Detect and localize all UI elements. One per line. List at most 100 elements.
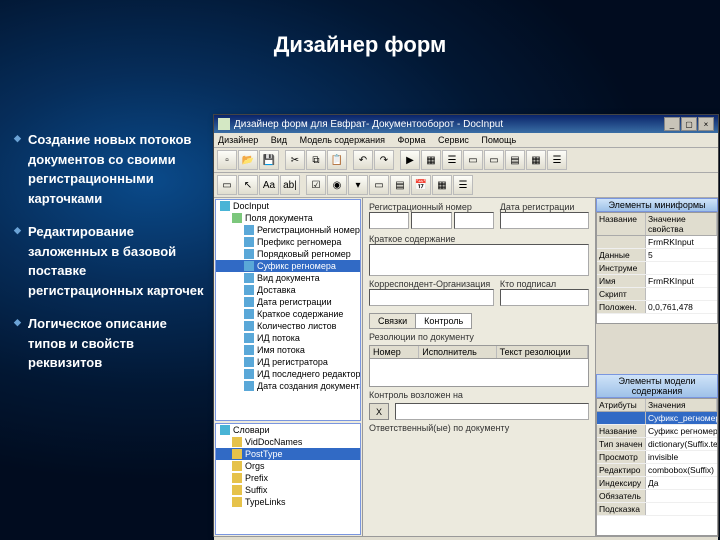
menu-item[interactable]: Помощь: [481, 135, 516, 145]
props-icon[interactable]: ☰: [442, 150, 462, 170]
tree-item[interactable]: ИД последнего редактора: [216, 368, 360, 380]
radio-icon[interactable]: ◉: [327, 175, 347, 195]
dict-tree[interactable]: СловариVidDocNamesPostTypeOrgsPrefixSuff…: [215, 423, 361, 535]
grid-col[interactable]: Исполнитель: [419, 346, 496, 358]
tree-item[interactable]: ИД регистратора: [216, 356, 360, 368]
tree-item[interactable]: Orgs: [216, 460, 360, 472]
regnum-suffix-input[interactable]: [454, 212, 494, 229]
corr-input[interactable]: [369, 289, 494, 306]
menu-item[interactable]: Модель содержания: [300, 135, 385, 145]
property-row[interactable]: Суфикс_регномера: [597, 412, 717, 425]
regnum-seq-input[interactable]: [411, 212, 451, 229]
tabs: Связки Контроль: [369, 313, 589, 329]
property-row[interactable]: Подсказка: [597, 503, 717, 516]
combo-icon[interactable]: ▾: [348, 175, 368, 195]
tree-item[interactable]: Suffix: [216, 484, 360, 496]
property-row[interactable]: НазваниеСуфикс регномера: [597, 425, 717, 438]
miniform-props[interactable]: НазваниеЗначение свойстваFrmRKInputДанны…: [596, 212, 718, 324]
form-icon[interactable]: ▦: [526, 150, 546, 170]
menu-item[interactable]: Форма: [397, 135, 425, 145]
calendar-icon[interactable]: 📅: [411, 175, 431, 195]
maximize-button[interactable]: ▢: [681, 117, 697, 131]
titlebar[interactable]: Дизайнер форм для Евфрат- Документооборо…: [214, 115, 718, 133]
tree-item[interactable]: Префикс регномера: [216, 236, 360, 248]
menu-item[interactable]: Дизайнер: [218, 135, 258, 145]
redo-icon[interactable]: ↷: [374, 150, 394, 170]
tree-item[interactable]: Количество листов: [216, 320, 360, 332]
cursor-icon[interactable]: ↖: [238, 175, 258, 195]
form-canvas[interactable]: Регистрационный номер Дата регистрации К…: [363, 198, 596, 536]
menu-bar[interactable]: Дизайнер Вид Модель содержания Форма Сер…: [214, 133, 718, 148]
paste-icon[interactable]: 📋: [327, 150, 347, 170]
tree-item[interactable]: Суфикс регномера: [216, 260, 360, 272]
copy-icon[interactable]: ⧉: [306, 150, 326, 170]
run-icon[interactable]: ▶: [400, 150, 420, 170]
new-icon[interactable]: ▫: [217, 150, 237, 170]
save-icon[interactable]: 💾: [259, 150, 279, 170]
panel-icon[interactable]: ▭: [369, 175, 389, 195]
grid-col[interactable]: Номер: [370, 346, 419, 358]
tree-item[interactable]: Вид документа: [216, 272, 360, 284]
signed-input[interactable]: [500, 289, 589, 306]
tree-item[interactable]: Имя потока: [216, 344, 360, 356]
tree-item[interactable]: ИД потока: [216, 332, 360, 344]
property-row[interactable]: Редактироcombobox(Suffix): [597, 464, 717, 477]
window-buttons: _ ▢ ×: [664, 117, 714, 131]
form-icon[interactable]: ▭: [463, 150, 483, 170]
fields-tree[interactable]: DocInputПоля документаРегистрационный но…: [215, 199, 361, 421]
form-icon[interactable]: ☰: [547, 150, 567, 170]
menu-item[interactable]: Вид: [271, 135, 287, 145]
control-on-input[interactable]: [395, 403, 589, 420]
model-props[interactable]: АтрибутыЗначенияСуфикс_регномераНазвание…: [596, 398, 718, 536]
tree-item[interactable]: Порядковый регномер: [216, 248, 360, 260]
app-icon: [218, 118, 230, 130]
tree-item[interactable]: VidDocNames: [216, 436, 360, 448]
control-on-label: Контроль возложен на: [369, 390, 589, 400]
property-row[interactable]: Положен.0,0,761,478: [597, 301, 717, 314]
open-icon[interactable]: 📂: [238, 150, 258, 170]
property-row[interactable]: Тип значенdictionary(Suffix.text): [597, 438, 717, 451]
undo-icon[interactable]: ↶: [353, 150, 373, 170]
tree-item[interactable]: Регистрационный номер: [216, 224, 360, 236]
tab-control[interactable]: Контроль: [416, 313, 472, 329]
regnum-prefix-input[interactable]: [369, 212, 409, 229]
property-row[interactable]: ИндексируДа: [597, 477, 717, 490]
property-row[interactable]: ИмяFrmRKInput: [597, 275, 717, 288]
table-icon[interactable]: ▤: [390, 175, 410, 195]
toolbar-controls: ▭ ↖ Aa ab| ☑ ◉ ▾ ▭ ▤ 📅 ▦ ☰: [214, 173, 718, 198]
grid-icon[interactable]: ▦: [421, 150, 441, 170]
property-row[interactable]: Просмотрinvisible: [597, 451, 717, 464]
pointer-icon[interactable]: ▭: [217, 175, 237, 195]
property-row[interactable]: Обязатель: [597, 490, 717, 503]
tree-item[interactable]: PostType: [216, 448, 360, 460]
grid-col[interactable]: Текст резолюции: [497, 346, 588, 358]
tree-item[interactable]: Дата регистрации: [216, 296, 360, 308]
responsible-label: Ответственный(ые) по документу: [369, 423, 589, 433]
clear-control-button[interactable]: X: [369, 403, 389, 420]
minimize-button[interactable]: _: [664, 117, 680, 131]
tree-item[interactable]: Дата создания документа: [216, 380, 360, 392]
property-row[interactable]: FrmRKInput: [597, 236, 717, 249]
property-row[interactable]: Скрипт: [597, 288, 717, 301]
property-row[interactable]: Инструме: [597, 262, 717, 275]
tree-item[interactable]: TypeLinks: [216, 496, 360, 508]
menu-item[interactable]: Сервис: [438, 135, 469, 145]
tab-links[interactable]: Связки: [369, 313, 416, 329]
textbox-icon[interactable]: ab|: [280, 175, 300, 195]
checkbox-icon[interactable]: ☑: [306, 175, 326, 195]
form-icon[interactable]: ▤: [505, 150, 525, 170]
list-icon[interactable]: ☰: [453, 175, 473, 195]
label-icon[interactable]: Aa: [259, 175, 279, 195]
regdate-input[interactable]: [500, 212, 589, 229]
cut-icon[interactable]: ✂: [285, 150, 305, 170]
summary-input[interactable]: [369, 244, 589, 276]
tree-item[interactable]: Доставка: [216, 284, 360, 296]
close-button[interactable]: ×: [698, 117, 714, 131]
form-icon[interactable]: ▭: [484, 150, 504, 170]
grid2-icon[interactable]: ▦: [432, 175, 452, 195]
resolutions-grid[interactable]: Номер Исполнитель Текст резолюции: [369, 345, 589, 387]
tree-item[interactable]: Prefix: [216, 472, 360, 484]
tree-item[interactable]: Краткое содержание: [216, 308, 360, 320]
slide-title: Дизайнер форм: [0, 0, 720, 58]
property-row[interactable]: Данные5: [597, 249, 717, 262]
